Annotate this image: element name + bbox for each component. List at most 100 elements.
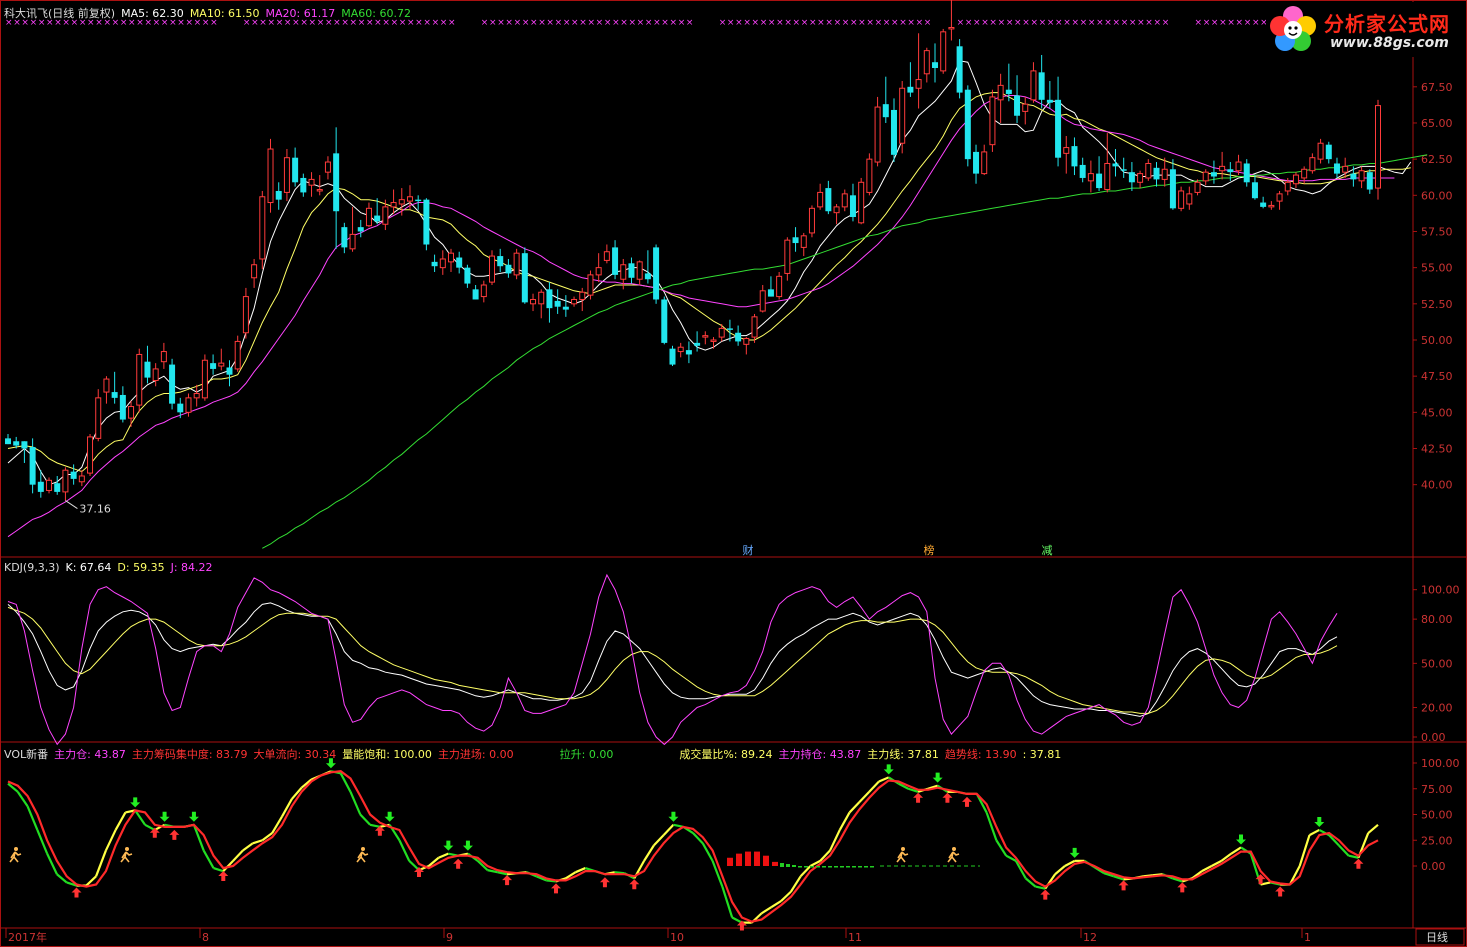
logo-brand-text: 分析家公式网 <box>1324 12 1450 36</box>
header-item: J: 84.22 <box>170 561 213 574</box>
candle-body <box>169 364 176 404</box>
header-item: 主力线: 37.81 <box>867 748 939 761</box>
signal-marker: × <box>628 18 636 28</box>
chart-frame <box>0 0 1467 947</box>
candle-body <box>1301 168 1308 179</box>
header-item: K: 67.64 <box>65 561 112 574</box>
candle-body <box>923 50 930 75</box>
candle-body <box>1202 171 1209 182</box>
y-tick-label: 0.00 <box>1421 860 1446 873</box>
candle-body <box>308 178 315 186</box>
signal-marker: × <box>1227 18 1235 28</box>
candle-body <box>1342 165 1349 173</box>
candle-body <box>382 206 389 225</box>
candle-body <box>1235 161 1242 172</box>
signal-marker: × <box>1162 18 1170 28</box>
signal-marker: × <box>604 18 612 28</box>
concentration-bar <box>745 851 751 866</box>
signal-marker: × <box>555 18 563 28</box>
header-item: 成交量比%: 89.24 <box>679 748 773 761</box>
candle-body <box>866 158 873 193</box>
signal-marker: × <box>784 18 792 28</box>
candle-body <box>439 258 446 269</box>
period-button-label[interactable]: 日线 <box>1426 930 1448 944</box>
buy-arrow-icon <box>169 829 180 840</box>
candle-body <box>78 475 85 483</box>
y-tick-label: 50.00 <box>1421 657 1453 670</box>
buy-arrow-icon <box>1118 880 1129 891</box>
header-item: 量能饱和: 100.00 <box>342 748 432 761</box>
signal-marker: × <box>743 18 751 28</box>
runner-icon <box>120 847 133 863</box>
signal-marker: × <box>1129 18 1137 28</box>
candle-body <box>1366 172 1373 190</box>
concentration-bar <box>763 855 769 866</box>
concentration-bar <box>736 853 742 866</box>
kdj-line-d <box>7 606 1338 714</box>
candle-body <box>521 253 528 303</box>
candle-body <box>1169 169 1176 209</box>
main-force-segment <box>213 867 224 873</box>
candle-body <box>1284 181 1291 192</box>
signal-marker: × <box>768 18 776 28</box>
candle-body <box>743 338 750 345</box>
candle-body <box>111 392 118 398</box>
main-force-segment <box>252 839 263 845</box>
candle-body <box>1096 173 1103 189</box>
candle-body <box>956 46 963 93</box>
y-tick-label: 67.50 <box>1421 81 1453 94</box>
candle-body <box>1087 173 1094 182</box>
sell-arrow-icon <box>932 772 943 783</box>
signal-marker: × <box>1047 18 1055 28</box>
candle-body <box>349 233 356 250</box>
candle-body <box>415 199 422 202</box>
header-item: 趋势线: 13.90 <box>944 748 1017 761</box>
candle-body <box>464 267 471 284</box>
buy-arrow-icon <box>502 875 513 886</box>
candle-body <box>1194 181 1201 193</box>
runner-icon <box>356 847 369 863</box>
lift-bar <box>828 866 832 868</box>
event-marker: 减 <box>1042 544 1053 557</box>
candle-body <box>177 403 184 413</box>
signal-marker: × <box>620 18 628 28</box>
lift-baseline <box>780 863 874 868</box>
stock-chart[interactable]: 40.00 42.50 45.00 47.50 50.00 52.50 55.00 57.50… <box>0 0 1467 947</box>
lift-bar <box>834 866 838 868</box>
signal-marker: × <box>981 18 989 28</box>
x-axis-label: 1 <box>1304 931 1311 944</box>
sell-arrow-icon <box>1236 834 1246 845</box>
candle-body <box>54 483 61 492</box>
candle-body <box>1251 182 1258 199</box>
candle-body <box>1219 165 1226 172</box>
signal-marker: × <box>1014 18 1022 28</box>
lift-bar <box>816 866 820 868</box>
candle-body <box>505 264 512 274</box>
candle-body <box>997 84 1004 101</box>
candle-body <box>1079 164 1086 178</box>
buy-arrow-icon <box>1177 882 1188 893</box>
main-force-segment <box>614 871 625 875</box>
signal-marker: × <box>637 18 645 28</box>
y-tick-label: 100.00 <box>1421 757 1460 770</box>
signal-marker: × <box>661 18 669 28</box>
signal-marker: × <box>825 18 833 28</box>
candle-body <box>636 261 643 280</box>
candle-body <box>1055 99 1062 158</box>
signal-marker: × <box>1145 18 1153 28</box>
candle-body <box>841 193 848 208</box>
signal-marker: × <box>883 18 891 28</box>
buy-arrow-icon <box>599 877 610 888</box>
candle-body <box>456 257 463 268</box>
candle-body <box>538 291 545 305</box>
kdj-line-j <box>7 573 1338 746</box>
candle-body <box>562 306 569 310</box>
sell-arrow-icon <box>130 797 141 808</box>
signal-marker: × <box>817 18 825 28</box>
main-force-segment <box>144 823 156 831</box>
candle-body <box>259 196 266 260</box>
signal-marker: × <box>514 18 522 28</box>
lift-bar <box>810 866 814 868</box>
signal-marker: × <box>1063 18 1071 28</box>
buy-arrow-icon <box>913 792 924 803</box>
